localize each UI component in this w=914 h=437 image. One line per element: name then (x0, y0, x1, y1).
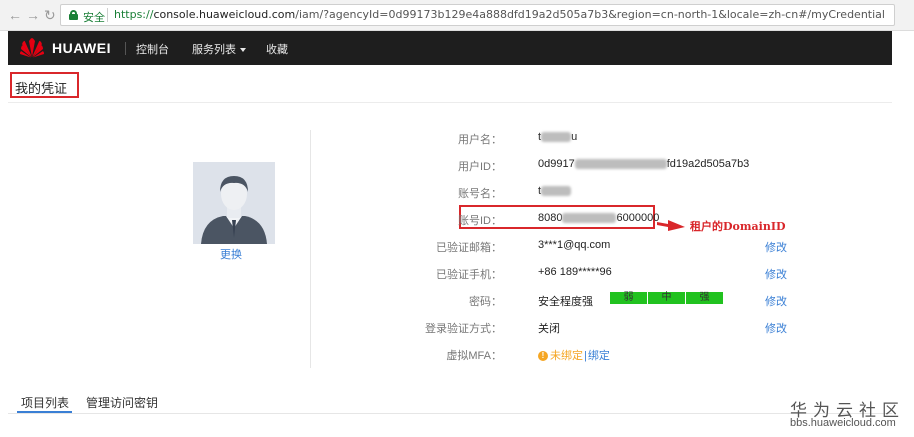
username-value: tu (538, 131, 577, 143)
secure-label: 安全 (83, 12, 105, 24)
top-navbar: HUAWEI 控制台 服务列表 收藏 (8, 31, 892, 65)
lock-icon (69, 10, 78, 20)
edit-login-verify-link[interactable]: 修改 (765, 320, 787, 336)
caret-down-icon (240, 48, 246, 53)
url-host: console.huaweicloud.com (153, 8, 296, 21)
account-id-value: 8080 6000000 (538, 212, 659, 224)
tab-project-list[interactable]: 项目列表 (21, 394, 69, 411)
strength-weak: 弱 (610, 292, 647, 304)
watermark-url: bbs.huaweicloud.com (790, 417, 896, 429)
url-input[interactable]: 安全 https://console.huaweicloud.com/iam/?… (60, 4, 895, 26)
phone-value: +86 189*****96 (538, 266, 612, 278)
url-text: https://console.huaweicloud.com/iam/?age… (114, 8, 885, 21)
forward-icon[interactable]: → (26, 7, 40, 23)
username-label: 用户名： (458, 134, 502, 146)
account-name-value: t (538, 185, 572, 197)
strength-strong: 强 (686, 292, 723, 304)
userid-suffix: fd19a2d505a7b3 (666, 158, 750, 170)
password-strength-meter: 弱 中 强 (610, 292, 723, 304)
brand-name[interactable]: HUAWEI (52, 40, 111, 56)
user-avatar-icon (193, 162, 275, 244)
url-scheme: https:// (114, 8, 154, 21)
reload-icon[interactable]: ↻ (44, 7, 56, 23)
userid-label: 用户ID： (458, 161, 502, 173)
annotation-text: 租户的DomainID (690, 220, 786, 233)
bind-mfa-link[interactable]: 绑定 (588, 350, 610, 362)
mfa-label: 虚拟MFA： (446, 350, 502, 362)
huawei-logo-icon[interactable] (20, 37, 44, 59)
accountid-prefix: 8080 (538, 212, 563, 224)
strength-medium: 中 (648, 292, 685, 304)
redacted-mask (541, 186, 572, 197)
redacted-mask (562, 213, 617, 224)
password-label: 密码： (469, 296, 502, 308)
email-value: 3***1@qq.com (538, 239, 611, 251)
username-suffix: u (571, 131, 578, 143)
nav-service-list-label: 服务列表 (192, 44, 236, 56)
email-label: 已验证邮箱： (436, 242, 502, 254)
redacted-mask (574, 159, 667, 170)
mfa-separator: | (584, 350, 587, 362)
login-verify-label: 登录验证方式： (425, 323, 502, 335)
url-path: /iam/?agencyId=0d99173b129e4a888dfd19a2d… (295, 8, 885, 21)
accountid-suffix: 6000000 (616, 212, 660, 224)
edit-password-link[interactable]: 修改 (765, 293, 787, 309)
avatar (193, 162, 275, 244)
page-title: 我的凭证 (15, 81, 68, 96)
mfa-status: 未绑定 (550, 350, 583, 362)
edit-email-link[interactable]: 修改 (765, 239, 787, 255)
account-name-label: 账号名： (458, 188, 502, 200)
warning-icon: ! (538, 351, 548, 362)
nav-console[interactable]: 控制台 (136, 41, 169, 57)
edit-phone-link[interactable]: 修改 (765, 266, 787, 282)
userid-prefix: 0d9917 (538, 158, 575, 170)
change-avatar-link[interactable]: 更换 (220, 246, 242, 262)
back-icon[interactable]: ← (8, 7, 22, 23)
annotation-arrow-icon (657, 220, 685, 231)
nav-favorites[interactable]: 收藏 (266, 41, 288, 57)
account-id-label: 账号ID： (458, 215, 502, 227)
phone-label: 已验证手机： (436, 269, 502, 281)
nav-service-list[interactable]: 服务列表 (192, 41, 246, 57)
redacted-mask (541, 132, 572, 143)
login-verify-value: 关闭 (538, 323, 560, 335)
browser-address-bar: ← → ↻ 安全 https://console.huaweicloud.com… (0, 0, 914, 31)
mfa-value: ! 未绑定|绑定 (538, 347, 610, 363)
tab-access-keys[interactable]: 管理访问密钥 (86, 394, 158, 411)
userid-value: 0d9917 fd19a2d505a7b3 (538, 158, 749, 170)
password-value: 安全程度强 (538, 296, 593, 308)
